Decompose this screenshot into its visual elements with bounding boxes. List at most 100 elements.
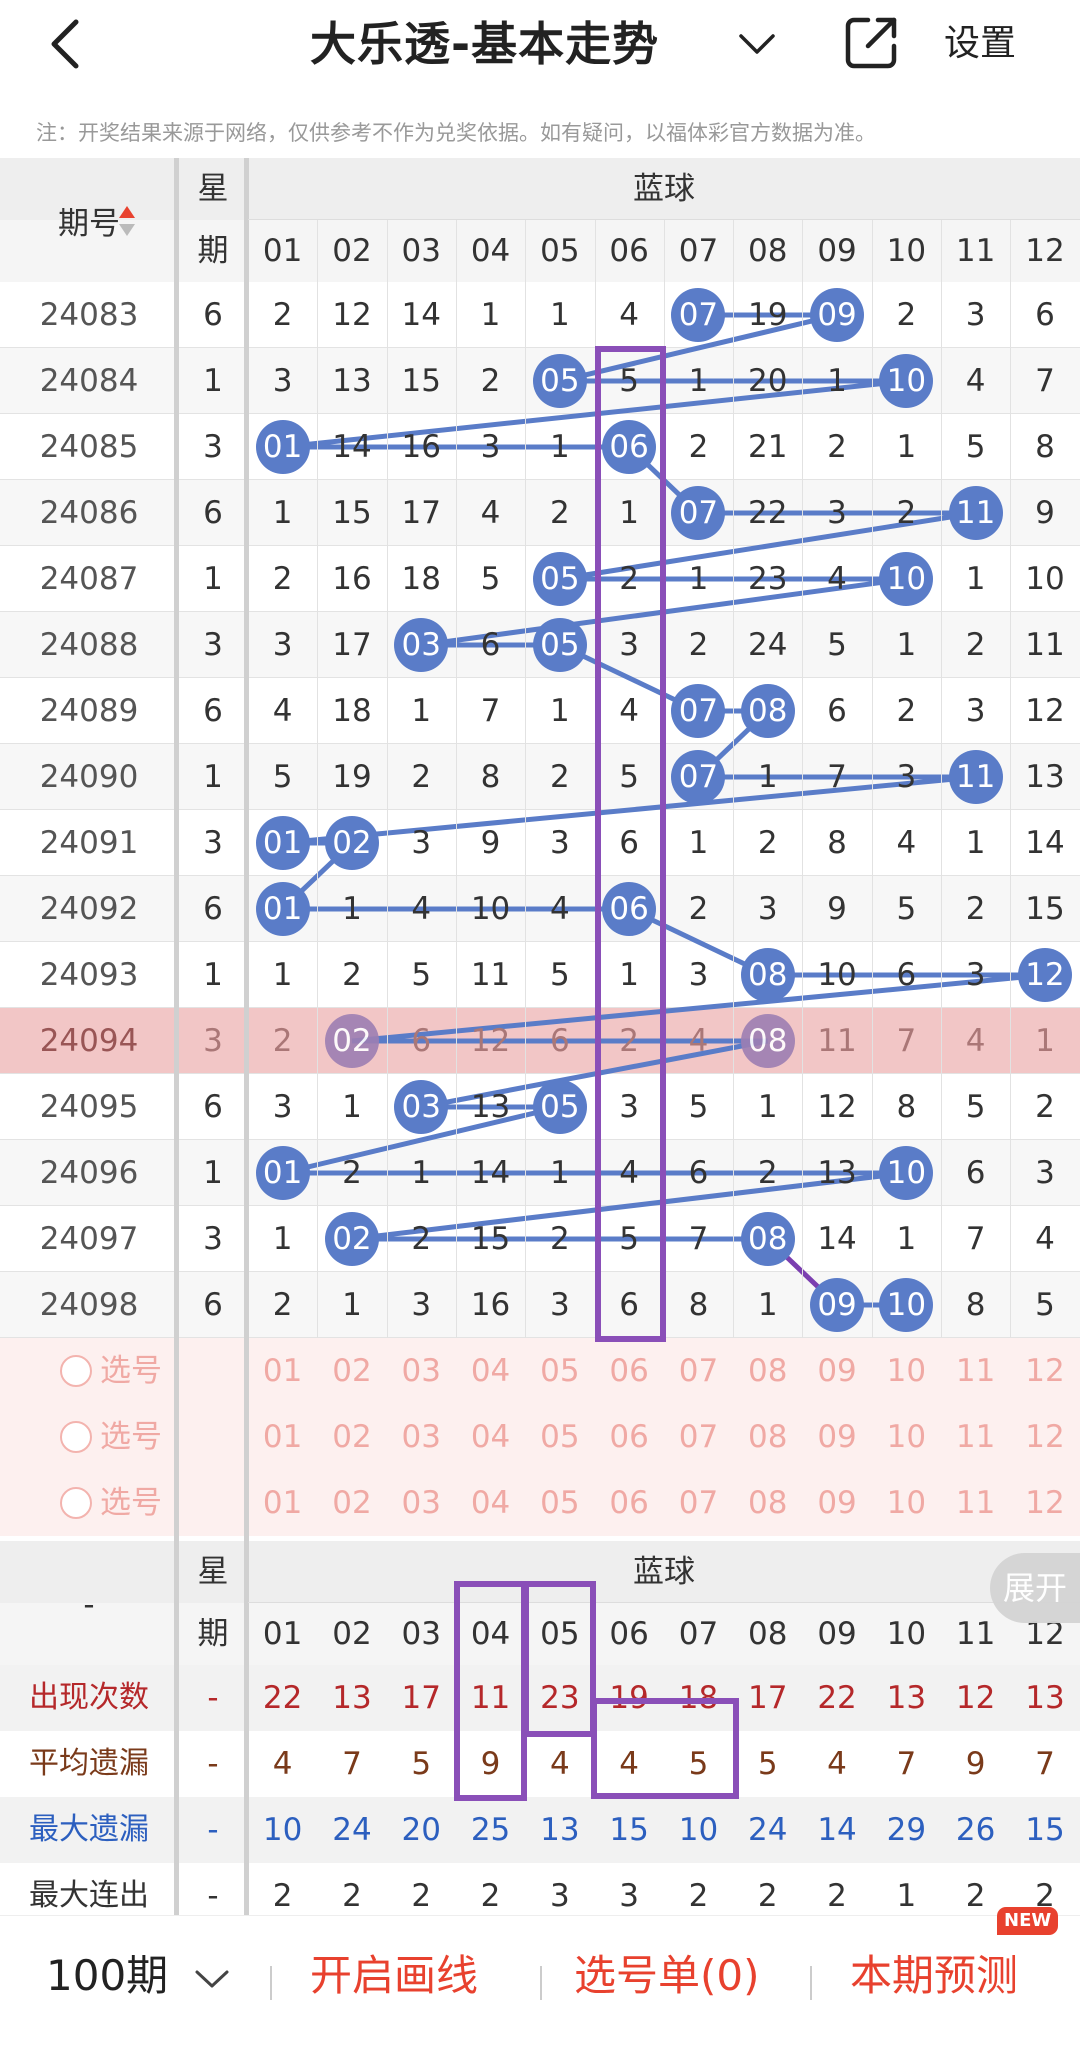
pick-number[interactable]: 12 [1010, 1404, 1079, 1470]
weekday-value: 6 [203, 1287, 223, 1323]
stats-column-number: 01 [262, 1616, 303, 1652]
omission-value: 5 [965, 429, 986, 465]
blue-ball-hit: 02 [324, 1014, 379, 1068]
pick-number[interactable]: 03 [387, 1404, 456, 1470]
annotation-box [453, 1581, 528, 1801]
share-icon[interactable] [842, 12, 902, 72]
settings-button[interactable]: 设置 [944, 20, 1016, 68]
predict-button[interactable]: 本期预测 [850, 1946, 1018, 2006]
pick-number[interactable]: 05 [525, 1338, 594, 1404]
weekday-value: 3 [203, 1221, 223, 1257]
stats-value: 24 [332, 1812, 372, 1848]
new-badge: NEW [997, 1907, 1059, 1935]
pick-number[interactable]: 08 [733, 1338, 802, 1404]
column-header-week-2: 期 [197, 233, 229, 269]
pick-number[interactable]: 11 [941, 1404, 1010, 1470]
pick-number[interactable]: 08 [733, 1470, 802, 1536]
pick-number[interactable]: 10 [872, 1404, 941, 1470]
pick-number[interactable]: 01 [248, 1404, 317, 1470]
pick-number[interactable]: 03 [387, 1470, 456, 1536]
pick-number[interactable]: 06 [595, 1338, 664, 1404]
pick-number[interactable]: 02 [317, 1338, 386, 1404]
omission-value: 3 [688, 957, 709, 993]
omission-value: 2 [342, 957, 362, 993]
pick-number[interactable]: 12 [1010, 1338, 1079, 1404]
column-header-period[interactable]: 期号 [0, 191, 178, 257]
period-column-divider [174, 158, 179, 1929]
pick-number[interactable]: 02 [317, 1404, 386, 1470]
pick-label: 选号 [100, 1419, 162, 1455]
blue-ball-hit: 08 [740, 1212, 795, 1266]
pick-number[interactable]: 04 [456, 1404, 525, 1470]
weekday-value: 3 [203, 429, 223, 465]
page-title[interactable]: 大乐透-基本走势 [310, 8, 659, 80]
omission-value: 1 [827, 363, 847, 399]
weekday-value: 1 [203, 1155, 223, 1191]
omission-value: 2 [965, 627, 986, 663]
column-header-number: 09 [817, 233, 857, 269]
draw-line-button[interactable]: 开启画线 [310, 1946, 478, 2006]
pick-number[interactable]: 07 [664, 1470, 733, 1536]
pick-radio[interactable] [60, 1421, 92, 1453]
column-header-number: 05 [540, 233, 580, 269]
pick-number[interactable]: 01 [248, 1470, 317, 1536]
pick-number[interactable]: 02 [317, 1470, 386, 1536]
pick-number[interactable]: 05 [525, 1470, 594, 1536]
pick-number[interactable]: 03 [387, 1338, 456, 1404]
omission-value: 1 [896, 1221, 917, 1257]
pick-number[interactable]: 07 [664, 1404, 733, 1470]
pick-number[interactable]: 10 [872, 1338, 941, 1404]
blue-ball-hit: 01 [255, 1146, 310, 1200]
sort-icon[interactable] [117, 204, 137, 238]
omission-value: 6 [480, 627, 501, 663]
pick-radio[interactable] [60, 1487, 92, 1519]
omission-value: 2 [688, 429, 709, 465]
pick-number[interactable]: 04 [456, 1338, 525, 1404]
period-count-selector[interactable]: 100期 [46, 1946, 232, 2006]
omission-value: 3 [965, 693, 986, 729]
omission-value: 17 [332, 627, 372, 663]
omission-value: 12 [1025, 693, 1065, 729]
pick-number[interactable]: 04 [456, 1470, 525, 1536]
omission-value: 7 [688, 1221, 709, 1257]
pick-number[interactable]: 09 [802, 1470, 871, 1536]
stats-value: 25 [470, 1812, 511, 1848]
pick-list-button[interactable]: 选号单(0) [574, 1946, 760, 2006]
pick-number[interactable]: 07 [664, 1338, 733, 1404]
expand-button[interactable]: 展开 [990, 1553, 1080, 1623]
pick-number[interactable]: 05 [525, 1404, 594, 1470]
disclaimer-note: 注：开奖结果来源于网络，仅供参考不作为兑奖依据。如有疑问，以福体彩官方数据为准。 [36, 121, 876, 145]
pick-number[interactable]: 09 [802, 1338, 871, 1404]
pick-number[interactable]: 08 [733, 1404, 802, 1470]
stats-value: 13 [1025, 1680, 1065, 1716]
omission-value: 1 [411, 693, 432, 729]
pick-number[interactable]: 06 [595, 1470, 664, 1536]
omission-value: 4 [480, 495, 501, 531]
omission-value: 2 [272, 1023, 293, 1059]
stats-value: 17 [748, 1680, 788, 1716]
omission-value: 6 [827, 693, 847, 729]
pick-label: 选号 [100, 1485, 162, 1521]
omission-value: 4 [688, 1023, 709, 1059]
pick-number[interactable]: 12 [1010, 1470, 1079, 1536]
weekday-value: 3 [203, 825, 223, 861]
weekday-value: 6 [203, 297, 223, 333]
blue-ball-hit: 05 [532, 552, 587, 606]
pick-number[interactable]: 11 [941, 1338, 1010, 1404]
pick-number[interactable]: 01 [248, 1338, 317, 1404]
omission-value: 7 [827, 759, 847, 795]
pick-number[interactable]: 11 [941, 1470, 1010, 1536]
back-arrow-icon[interactable] [38, 14, 98, 74]
stats-column-number: 10 [886, 1616, 927, 1652]
pick-number[interactable]: 06 [595, 1404, 664, 1470]
pick-number[interactable]: 09 [802, 1404, 871, 1470]
omission-value: 14 [1025, 825, 1065, 861]
chevron-down-icon[interactable] [735, 22, 779, 66]
pick-number[interactable]: 10 [872, 1470, 941, 1536]
number-column-divider [871, 220, 873, 1338]
omission-value: 2 [965, 891, 986, 927]
blue-ball-hit: 05 [532, 618, 587, 672]
omission-value: 20 [748, 363, 788, 399]
pick-radio[interactable] [60, 1355, 92, 1387]
stats-column-number: 02 [332, 1616, 372, 1652]
